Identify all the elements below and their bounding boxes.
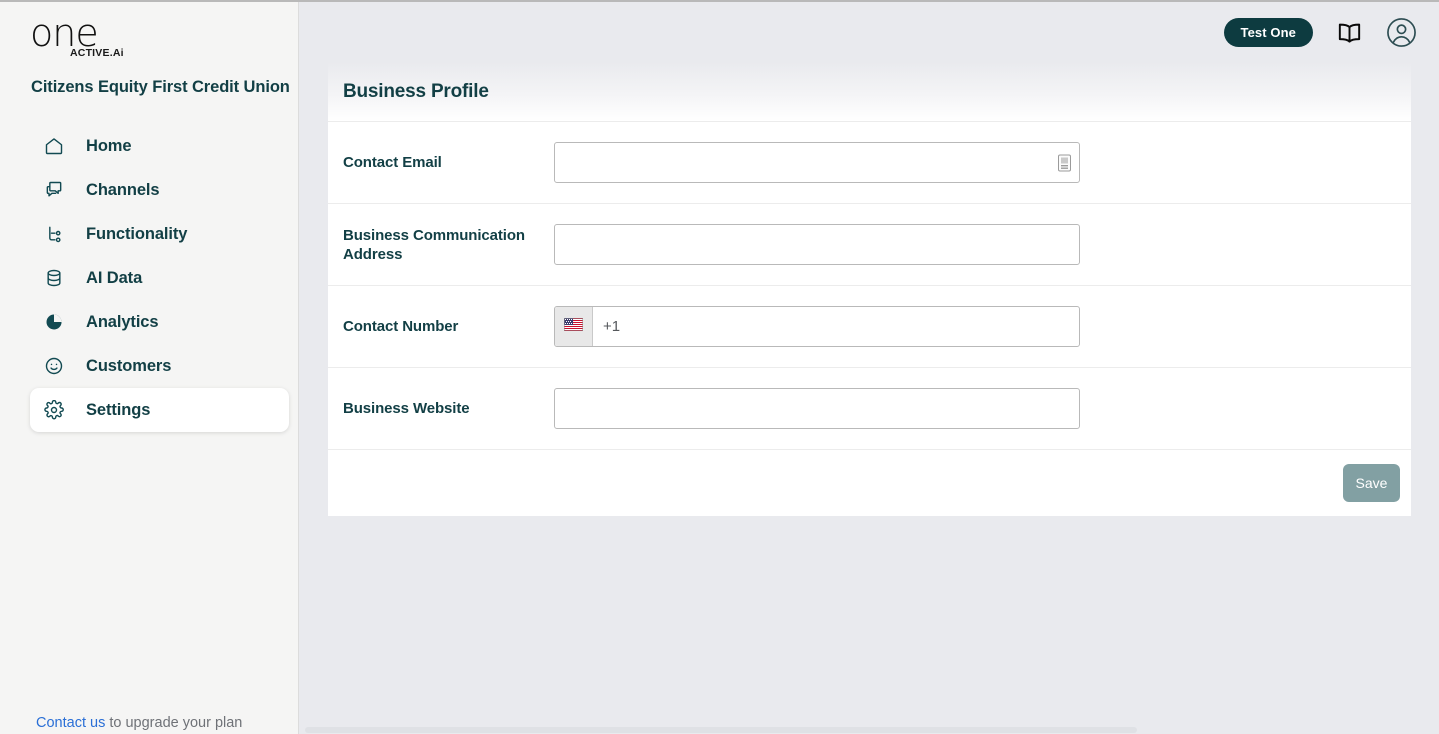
- horizontal-scrollbar-thumb[interactable]: [305, 727, 1137, 733]
- country-selector[interactable]: [555, 307, 593, 346]
- horizontal-scrollbar[interactable]: [299, 725, 1439, 734]
- top-header: Test One: [299, 2, 1439, 62]
- business-website-input[interactable]: [554, 388, 1080, 429]
- sidebar-item-customers[interactable]: Customers: [30, 344, 289, 388]
- pie-chart-icon: [40, 312, 68, 332]
- sidebar-nav: Home Channels Functionality AI Data Anal…: [0, 124, 299, 432]
- window-top-divider: [0, 0, 1439, 2]
- chat-bubbles-icon: [40, 180, 68, 200]
- business-address-label: Business Communication Address: [343, 226, 525, 263]
- save-button[interactable]: Save: [1343, 464, 1400, 502]
- flow-branch-icon: [40, 224, 68, 244]
- form-row-contact-number: Contact Number: [328, 285, 1411, 367]
- sidebar-item-label: Analytics: [86, 312, 159, 331]
- sidebar-item-label: AI Data: [86, 268, 143, 287]
- business-address-control: [554, 224, 1396, 265]
- account-button[interactable]: Test One: [1223, 17, 1313, 47]
- sidebar-item-functionality[interactable]: Functionality: [30, 212, 289, 256]
- app-logo[interactable]: one ACTIVE.Ai: [30, 14, 150, 62]
- database-icon: [40, 268, 68, 288]
- page-title: Business Profile: [343, 80, 489, 102]
- business-profile-panel: Business Profile Contact Email Business …: [328, 62, 1411, 516]
- contact-number-label: Contact Number: [343, 318, 459, 335]
- business-website-control: [554, 388, 1396, 429]
- sidebar-item-ai-data[interactable]: AI Data: [30, 256, 289, 300]
- panel-header: Business Profile: [328, 62, 1411, 121]
- contact-number-input[interactable]: [593, 307, 1079, 346]
- sidebar-item-label: Channels: [86, 180, 160, 199]
- form-row-business-website: Business Website: [328, 367, 1411, 449]
- user-avatar-icon[interactable]: [1386, 17, 1417, 48]
- sidebar-item-label: Functionality: [86, 224, 188, 243]
- home-icon: [40, 136, 68, 156]
- panel-footer: Save: [328, 449, 1411, 516]
- book-icon[interactable]: [1335, 18, 1364, 47]
- upgrade-plan-footer: Contact us to upgrade your plan: [36, 715, 242, 731]
- contact-email-control: [554, 142, 1396, 183]
- sidebar: one ACTIVE.Ai Citizens Equity First Cred…: [0, 0, 299, 734]
- us-flag-icon: [564, 317, 583, 336]
- form-row-business-address: Business Communication Address: [328, 203, 1411, 285]
- contact-email-input-wrap: [554, 142, 1080, 183]
- contact-email-input[interactable]: [554, 142, 1080, 183]
- logo-subtext: ACTIVE.Ai: [70, 47, 124, 59]
- phone-input-group: [554, 306, 1080, 347]
- sidebar-item-channels[interactable]: Channels: [30, 168, 289, 212]
- sidebar-item-analytics[interactable]: Analytics: [30, 300, 289, 344]
- form-row-contact-email: Contact Email: [328, 121, 1411, 203]
- contact-us-link[interactable]: Contact us: [36, 715, 105, 731]
- business-address-input[interactable]: [554, 224, 1080, 265]
- smiley-face-icon: [40, 356, 68, 376]
- upgrade-plan-text: to upgrade your plan: [105, 715, 243, 731]
- sidebar-item-label: Customers: [86, 356, 172, 375]
- contact-number-control: [554, 306, 1396, 347]
- sidebar-item-home[interactable]: Home: [30, 124, 289, 168]
- contact-email-label: Contact Email: [343, 154, 442, 171]
- sidebar-item-label: Settings: [86, 400, 151, 419]
- sidebar-item-settings[interactable]: Settings: [30, 388, 289, 432]
- gear-icon: [40, 400, 68, 420]
- sidebar-item-label: Home: [86, 136, 132, 155]
- organization-name: Citizens Equity First Credit Union: [31, 78, 290, 96]
- business-website-label: Business Website: [343, 400, 470, 417]
